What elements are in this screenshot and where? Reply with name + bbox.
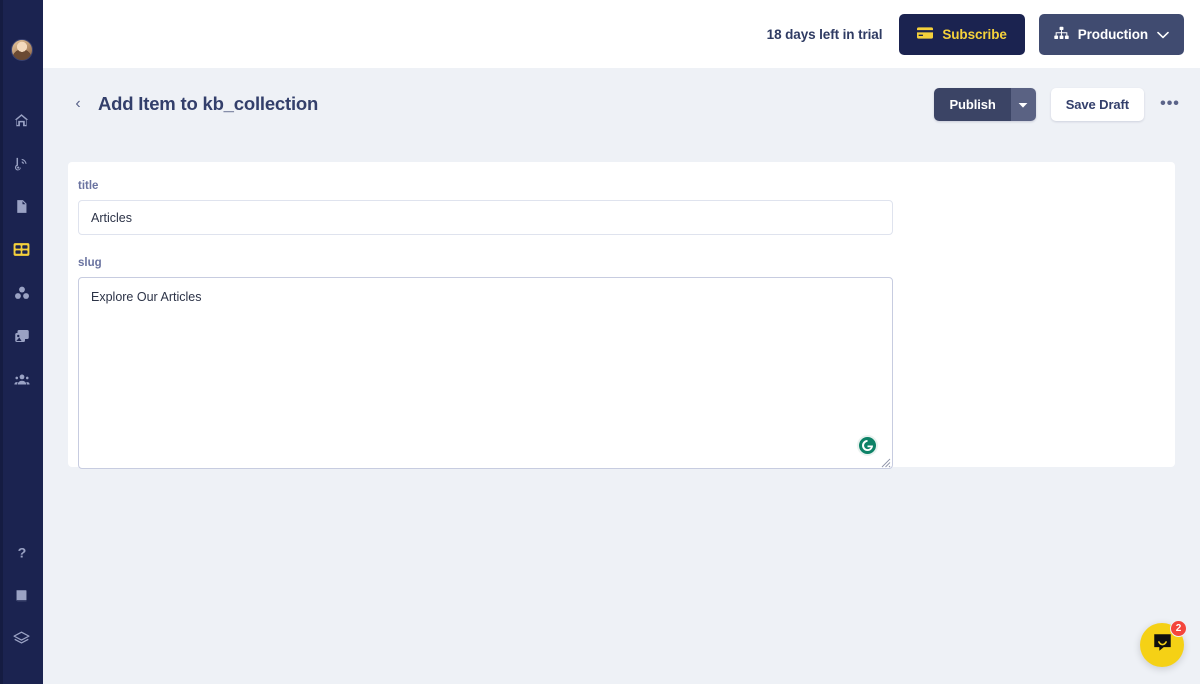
sidebar-item-users[interactable] — [0, 357, 43, 400]
intercom-chat-button[interactable]: 2 — [1140, 620, 1187, 667]
environment-label: Production — [1077, 26, 1148, 42]
chat-bubble-icon — [1151, 631, 1174, 659]
slug-field-label: slug — [78, 257, 102, 269]
broadcast-icon — [13, 155, 30, 172]
avatar[interactable] — [10, 39, 33, 61]
chevron-down-icon — [1157, 27, 1169, 42]
publish-split-button: Publish — [934, 87, 1036, 121]
svg-text:?: ? — [17, 545, 26, 561]
title-input[interactable] — [78, 200, 893, 235]
sidebar-item-home[interactable] — [0, 99, 43, 142]
sidebar-item-docs[interactable] — [0, 574, 43, 617]
sidebar-secondary-nav: ? — [0, 531, 43, 660]
subscribe-label: Subscribe — [942, 26, 1007, 42]
save-draft-button[interactable]: Save Draft — [1050, 87, 1144, 121]
publish-dropdown-button[interactable] — [1010, 87, 1036, 121]
media-image-icon — [13, 327, 31, 345]
sidebar-item-broadcasts[interactable] — [0, 142, 43, 185]
page-title: Add Item to kb_collection — [98, 93, 319, 114]
book-icon — [13, 587, 30, 604]
sitemap-icon — [1054, 26, 1069, 43]
caret-down-icon — [1018, 97, 1028, 112]
home-icon — [13, 112, 30, 129]
sidebar-item-components[interactable] — [0, 271, 43, 314]
slug-textarea-wrapper — [78, 277, 893, 469]
grammarly-icon[interactable] — [857, 435, 878, 456]
slug-textarea[interactable] — [78, 277, 893, 469]
sidebar-primary-nav — [0, 99, 43, 400]
subscribe-button[interactable]: Subscribe — [899, 13, 1025, 55]
grid-table-icon — [12, 240, 31, 259]
top-bar: 18 days left in trial Subscribe Producti… — [43, 0, 1200, 68]
header-actions: Publish Save Draft ••• — [934, 87, 1184, 121]
intercom-unread-badge: 2 — [1170, 620, 1187, 637]
sidebar-item-layers[interactable] — [0, 617, 43, 660]
page-header-bar: ‹ Add Item to kb_collection Publish Save… — [43, 68, 1200, 140]
sidebar-item-help[interactable]: ? — [0, 531, 43, 574]
sidebar-item-collections[interactable] — [0, 228, 43, 271]
document-icon — [13, 198, 30, 215]
sidebar-item-media[interactable] — [0, 314, 43, 357]
environment-selector-button[interactable]: Production — [1038, 13, 1184, 55]
publish-button[interactable]: Publish — [934, 87, 1011, 121]
title-field-label: title — [78, 180, 99, 192]
item-form-card: title slug — [68, 162, 1175, 469]
sidebar-item-pages[interactable] — [0, 185, 43, 228]
left-sidebar: ? — [0, 0, 43, 684]
credit-card-icon — [917, 26, 934, 42]
trial-status-text: 18 days left in trial — [766, 26, 883, 42]
help-question-icon: ? — [13, 544, 31, 562]
layers-stack-icon — [12, 629, 31, 648]
back-button[interactable]: ‹ — [67, 89, 89, 119]
more-options-button[interactable]: ••• — [1156, 90, 1184, 118]
users-icon — [13, 370, 31, 388]
chevron-left-icon: ‹ — [75, 95, 81, 112]
blocks-icon — [13, 284, 31, 302]
